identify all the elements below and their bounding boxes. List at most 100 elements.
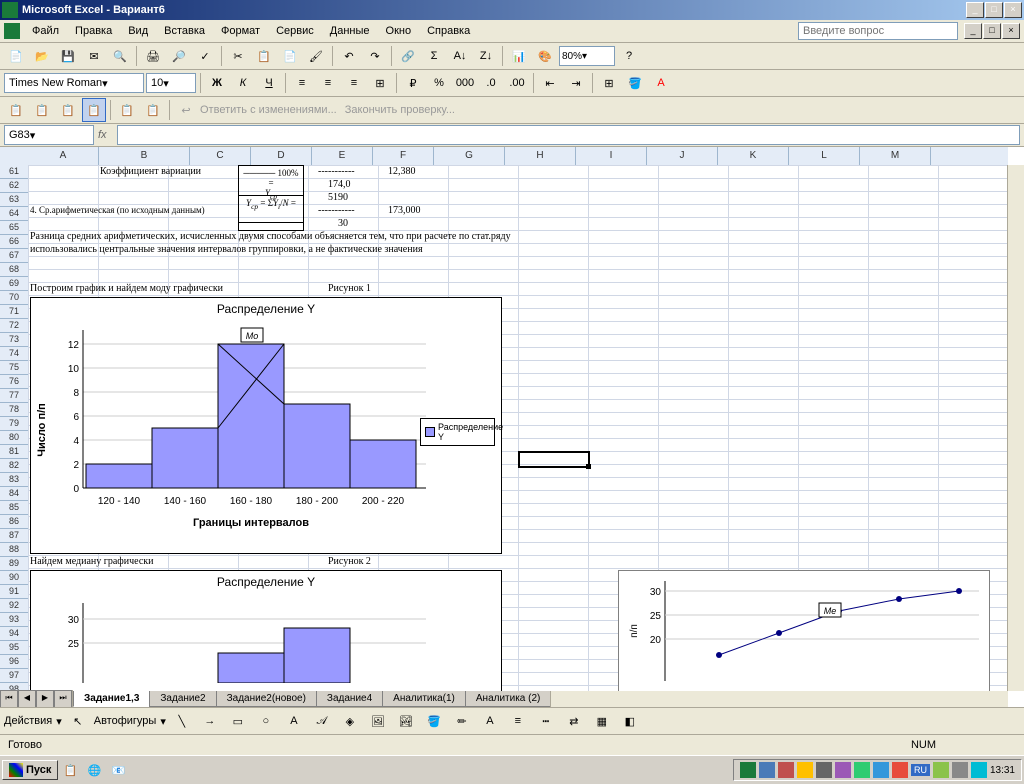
row-header[interactable]: 80 <box>0 431 28 445</box>
fx-icon[interactable]: fx <box>98 129 107 141</box>
column-header[interactable]: C <box>190 147 251 165</box>
review-reply-icon[interactable]: ↩ <box>174 98 198 122</box>
autosum-icon[interactable]: Σ <box>422 44 446 68</box>
review-icon2[interactable]: 📋 <box>30 98 54 122</box>
vertical-scrollbar[interactable] <box>1007 165 1024 691</box>
spreadsheet-grid[interactable]: ABCDEFGHIJKLM 61626364656667686970717273… <box>0 147 1024 707</box>
review-icon6[interactable]: 📋 <box>141 98 165 122</box>
picture-icon[interactable]: 🏞 <box>394 709 418 733</box>
menu-insert[interactable]: Вставка <box>156 23 213 39</box>
draw-actions-label[interactable]: Действия <box>4 715 52 727</box>
oval-icon[interactable]: ○ <box>254 709 278 733</box>
row-header[interactable]: 82 <box>0 459 28 473</box>
row-header[interactable]: 89 <box>0 557 28 571</box>
tray-icon[interactable] <box>952 762 968 778</box>
tab-last-icon[interactable]: ⏭ <box>54 690 72 707</box>
increase-decimal-icon[interactable]: .0 <box>479 71 503 95</box>
row-header[interactable]: 69 <box>0 277 28 291</box>
row-header[interactable]: 70 <box>0 291 28 305</box>
select-icon[interactable]: ↖ <box>66 709 90 733</box>
tray-icon[interactable] <box>797 762 813 778</box>
column-header[interactable]: L <box>789 147 860 165</box>
bold-icon[interactable]: Ж <box>205 71 229 95</box>
font-select[interactable]: Times New Roman ▾ <box>4 73 144 93</box>
row-header[interactable]: 61 <box>0 165 28 179</box>
tray-icon[interactable] <box>835 762 851 778</box>
row-header[interactable]: 68 <box>0 263 28 277</box>
column-header[interactable]: F <box>373 147 434 165</box>
diagram-icon[interactable]: ◈ <box>338 709 362 733</box>
preview-icon[interactable]: 🔎 <box>167 44 191 68</box>
tray-excel-icon[interactable] <box>740 762 756 778</box>
tray-icon[interactable] <box>873 762 889 778</box>
select-all-corner[interactable] <box>0 147 29 166</box>
row-header[interactable]: 73 <box>0 333 28 347</box>
increase-indent-icon[interactable]: ⇥ <box>564 71 588 95</box>
row-header[interactable]: 85 <box>0 501 28 515</box>
search-icon[interactable]: 🔍 <box>108 44 132 68</box>
fill-color-icon[interactable]: 🪣 <box>623 71 647 95</box>
column-header[interactable]: H <box>505 147 576 165</box>
italic-icon[interactable]: К <box>231 71 255 95</box>
tray-icon[interactable] <box>971 762 987 778</box>
row-header[interactable]: 96 <box>0 655 28 669</box>
row-header[interactable]: 72 <box>0 319 28 333</box>
column-header[interactable]: J <box>647 147 718 165</box>
chart-histogram[interactable]: Распределение Y Число п/п 024 681012 <box>30 297 502 554</box>
help-search-input[interactable] <box>798 22 958 40</box>
sort-desc-icon[interactable]: Z↓ <box>474 44 498 68</box>
undo-icon[interactable]: ↶ <box>337 44 361 68</box>
row-header[interactable]: 95 <box>0 641 28 655</box>
tray-icon[interactable] <box>933 762 949 778</box>
menu-edit[interactable]: Правка <box>67 23 120 39</box>
textbox-icon[interactable]: A <box>282 709 306 733</box>
start-button[interactable]: Пуск <box>2 760 58 780</box>
sheet-tab[interactable]: Аналитика (2) <box>465 691 552 707</box>
arrow-icon[interactable]: → <box>198 709 222 733</box>
3d-icon[interactable]: ◧ <box>618 709 642 733</box>
sort-asc-icon[interactable]: A↓ <box>448 44 472 68</box>
column-header[interactable]: M <box>860 147 931 165</box>
spellcheck-icon[interactable]: ✓ <box>193 44 217 68</box>
merge-center-icon[interactable]: ⊞ <box>368 71 392 95</box>
tray-icon[interactable] <box>759 762 775 778</box>
row-header[interactable]: 78 <box>0 403 28 417</box>
column-header[interactable]: I <box>576 147 647 165</box>
redo-icon[interactable]: ↷ <box>363 44 387 68</box>
row-header[interactable]: 62 <box>0 179 28 193</box>
language-indicator[interactable]: RU <box>911 764 930 776</box>
chart-wizard-icon[interactable]: 📊 <box>507 44 531 68</box>
doc-close-button[interactable]: × <box>1002 23 1020 39</box>
row-header[interactable]: 65 <box>0 221 28 235</box>
app-menu-icon[interactable] <box>4 23 20 39</box>
review-icon4[interactable]: 📋 <box>82 98 106 122</box>
tray-icon[interactable] <box>892 762 908 778</box>
row-header[interactable]: 75 <box>0 361 28 375</box>
row-header[interactable]: 81 <box>0 445 28 459</box>
dash-style-icon[interactable]: ┅ <box>534 709 558 733</box>
menu-tools[interactable]: Сервис <box>268 23 322 39</box>
arrow-style-icon[interactable]: ⇄ <box>562 709 586 733</box>
horizontal-scrollbar[interactable] <box>550 691 1008 707</box>
quicklaunch-icon[interactable]: 🌐 <box>82 758 106 782</box>
doc-restore-button[interactable]: □ <box>983 23 1001 39</box>
tray-icon[interactable] <box>854 762 870 778</box>
chart-histogram-2[interactable]: Распределение Y 3025 <box>30 570 502 691</box>
sheet-tab[interactable]: Аналитика(1) <box>382 691 466 707</box>
line-style-icon[interactable]: ≡ <box>506 709 530 733</box>
print-icon[interactable]: 🖨 <box>141 44 165 68</box>
row-header[interactable]: 63 <box>0 193 28 207</box>
clock[interactable]: 13:31 <box>990 765 1015 776</box>
row-header[interactable]: 94 <box>0 627 28 641</box>
column-header[interactable]: D <box>251 147 312 165</box>
row-header[interactable]: 91 <box>0 585 28 599</box>
format-painter-icon[interactable]: 🖌 <box>304 44 328 68</box>
tab-next-icon[interactable]: ▶ <box>36 690 54 707</box>
font-color-icon[interactable]: A <box>649 71 673 95</box>
row-header[interactable]: 86 <box>0 515 28 529</box>
row-header[interactable]: 66 <box>0 235 28 249</box>
borders-icon[interactable]: ⊞ <box>597 71 621 95</box>
row-header[interactable]: 67 <box>0 249 28 263</box>
comma-icon[interactable]: 000 <box>453 71 477 95</box>
cut-icon[interactable]: ✂ <box>226 44 250 68</box>
